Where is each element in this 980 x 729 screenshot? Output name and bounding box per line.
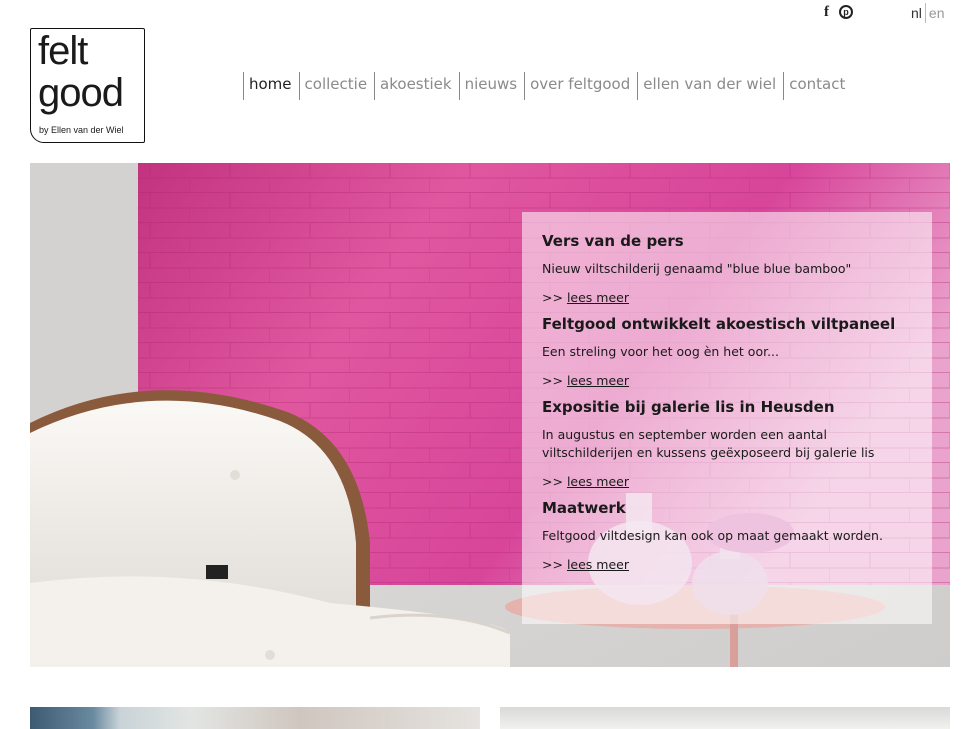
more-prefix: >> (542, 373, 563, 388)
language-switcher: nl en (911, 3, 944, 23)
lees-meer-link[interactable]: lees meer (567, 474, 629, 489)
news-text: Een streling voor het oog èn het oor... (542, 344, 780, 359)
lang-divider (924, 3, 926, 23)
hero-banner: Vers van de pers Nieuw viltschilderij ge… (30, 163, 950, 667)
news-panel: Vers van de pers Nieuw viltschilderij ge… (522, 212, 932, 624)
nav-item-ellen-van-der-wiel[interactable]: ellen van der wiel (637, 72, 783, 100)
logo-word-good: good (38, 71, 124, 115)
facebook-icon[interactable]: f (824, 4, 829, 20)
news-title: Vers van de pers (542, 232, 684, 250)
nav-item-home[interactable]: home (243, 72, 299, 100)
more-prefix: >> (542, 557, 563, 572)
news-item: Vers van de pers Nieuw viltschilderij ge… (542, 232, 912, 305)
news-text: Feltgood viltdesign kan ook op maat gema… (542, 528, 883, 543)
news-title: Expositie bij galerie lis in Heusden (542, 398, 835, 416)
news-item: Expositie bij galerie lis in Heusden In … (542, 398, 912, 489)
logo-word-felt: felt (38, 29, 88, 73)
lang-nl-link[interactable]: nl (911, 5, 924, 21)
lees-meer-link[interactable]: lees meer (567, 557, 629, 572)
logo-tagline: by Ellen van der Wiel (39, 125, 124, 135)
lees-meer-link[interactable]: lees meer (567, 373, 629, 388)
thumbnail-left-image[interactable] (30, 707, 480, 729)
news-title: Maatwerk (542, 499, 626, 517)
social-links: f p (824, 4, 853, 20)
news-text: Nieuw viltschilderij genaamd "blue blue … (542, 261, 852, 276)
nav-item-akoestiek[interactable]: akoestiek (374, 72, 459, 100)
lang-en-link[interactable]: en (927, 5, 945, 21)
more-prefix: >> (542, 290, 563, 305)
news-text: In augustus en september worden een aant… (542, 427, 875, 460)
nav-item-nieuws[interactable]: nieuws (458, 72, 525, 100)
nav-item-contact[interactable]: contact (783, 72, 852, 100)
pinterest-icon[interactable]: p (839, 5, 853, 19)
news-more: >> lees meer (542, 290, 912, 305)
feltgood-logo[interactable]: felt good by Ellen van der Wiel (30, 28, 145, 143)
nav-item-over-feltgood[interactable]: over feltgood (524, 72, 637, 100)
nav-item-collectie[interactable]: collectie (298, 72, 375, 100)
news-item: Feltgood ontwikkelt akoestisch viltpanee… (542, 315, 912, 388)
news-item: Maatwerk Feltgood viltdesign kan ook op … (542, 499, 912, 572)
news-more: >> lees meer (542, 373, 912, 388)
lees-meer-link[interactable]: lees meer (567, 290, 629, 305)
news-more: >> lees meer (542, 557, 912, 572)
thumbnail-right-image[interactable] (500, 707, 950, 729)
more-prefix: >> (542, 474, 563, 489)
news-title: Feltgood ontwikkelt akoestisch viltpanee… (542, 315, 896, 333)
main-nav: home collectie akoestiek nieuws over fel… (243, 72, 852, 100)
news-more: >> lees meer (542, 474, 912, 489)
